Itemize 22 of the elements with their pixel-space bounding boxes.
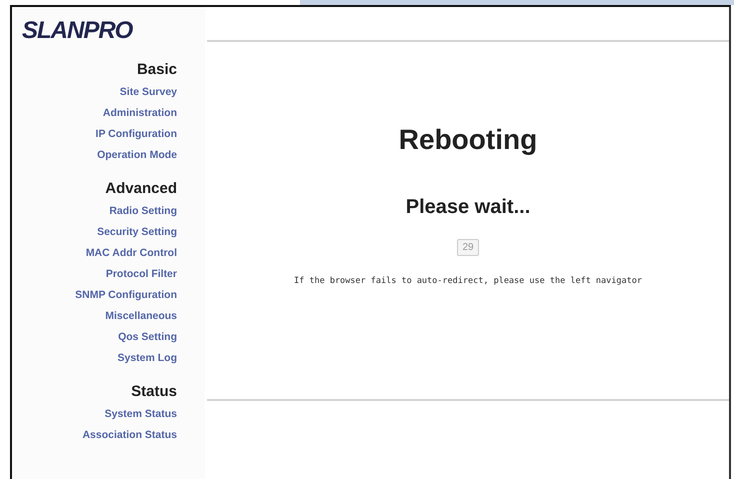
- nav-link[interactable]: Miscellaneous: [105, 306, 177, 327]
- nav-link[interactable]: Operation Mode: [97, 145, 177, 166]
- nav-link[interactable]: Administration: [102, 103, 177, 124]
- countdown-counter: 29: [457, 239, 479, 256]
- nav-link[interactable]: Security Setting: [97, 222, 177, 243]
- redirect-note: If the browser fails to auto-redirect, please use the left navigator: [294, 276, 642, 286]
- nav-link[interactable]: MAC Addr Control: [86, 243, 177, 264]
- nav-link[interactable]: SNMP Configuration: [75, 285, 177, 306]
- wait-message: Please wait...: [406, 196, 530, 219]
- section-heading: Status: [131, 383, 177, 400]
- nav-link[interactable]: Association Status: [82, 425, 177, 446]
- nav-link[interactable]: System Status: [104, 404, 177, 425]
- nav-link[interactable]: System Log: [117, 348, 177, 369]
- nav-link[interactable]: Site Survey: [120, 82, 177, 103]
- logo: SLANPRO: [22, 19, 132, 43]
- section-heading: Advanced: [105, 180, 177, 197]
- page-title: Rebooting: [398, 124, 538, 156]
- nav-link[interactable]: IP Configuration: [96, 124, 177, 145]
- nav-link[interactable]: Radio Setting: [109, 201, 177, 222]
- nav-link[interactable]: Qos Setting: [118, 327, 177, 348]
- nav-link[interactable]: Protocol Filter: [106, 264, 177, 285]
- section-heading: Basic: [136, 61, 177, 78]
